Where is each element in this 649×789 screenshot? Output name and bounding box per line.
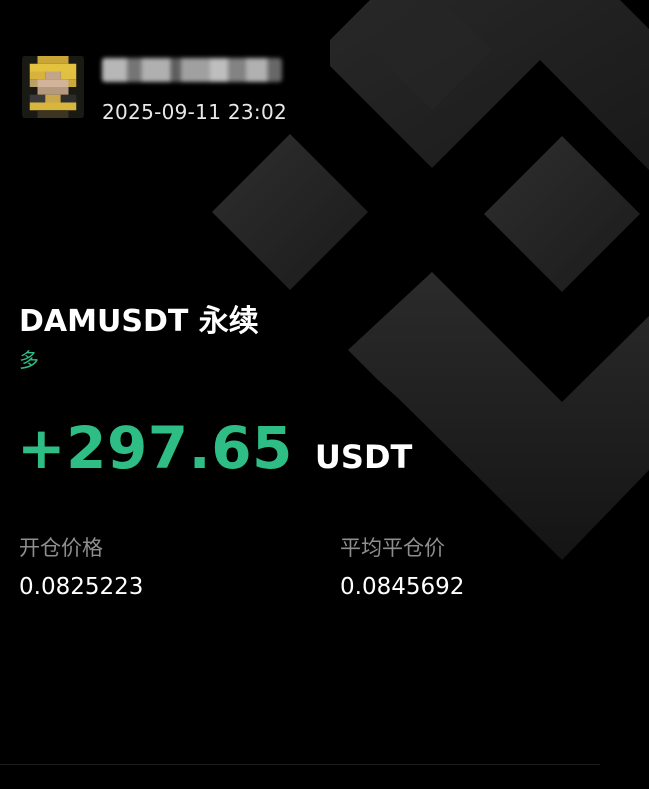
- timestamp: 2025-09-11 23:02: [102, 100, 288, 124]
- pnl: +297.65 USDT: [17, 414, 412, 482]
- position-side: 多: [19, 348, 39, 372]
- entry-price-block: 开仓价格 0.0825223: [19, 532, 143, 600]
- close-price-label: 平均平仓价: [340, 536, 445, 560]
- close-price-block: 平均平仓价 0.0845692: [340, 532, 464, 600]
- divider: [0, 764, 600, 765]
- close-price-value: 0.0845692: [340, 574, 465, 600]
- exchange-logo-icon: [212, 0, 649, 560]
- trading-pair: DAMUSDT 永续: [19, 304, 259, 339]
- entry-price-value: 0.0825223: [19, 574, 144, 600]
- username-redacted: [102, 58, 282, 82]
- avatar-image: [22, 56, 84, 118]
- pnl-share-card: 2025-09-11 23:02 DAMUSDT 永续 多 +297.65 US…: [0, 0, 649, 789]
- pnl-value: +297.65: [17, 414, 293, 482]
- pnl-unit: USDT: [314, 438, 413, 476]
- avatar: [22, 54, 84, 120]
- entry-price-label: 开仓价格: [19, 536, 103, 560]
